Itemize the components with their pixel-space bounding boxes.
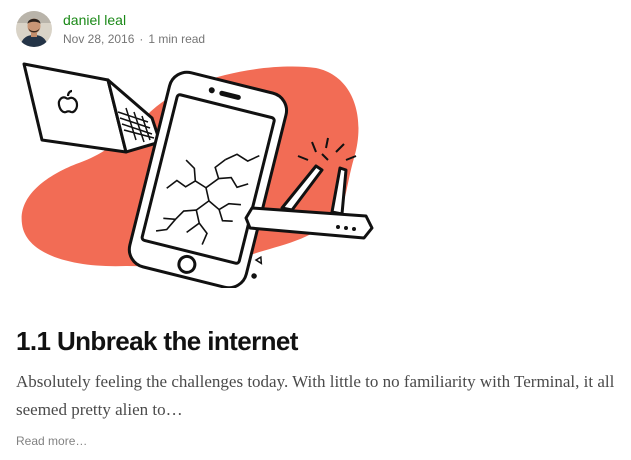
meta-separator: · [139,32,144,46]
hero-illustration[interactable] [16,56,380,296]
post-excerpt[interactable]: Absolutely feeling the challenges today.… [16,368,616,424]
laptop-cracked-phone-router-illustration-icon [21,62,374,296]
post-subline: Nov 28, 2016 · 1 min read [63,31,205,47]
read-more-link[interactable]: Read more… [16,434,87,448]
author-name-link[interactable]: daniel leal [63,11,205,29]
post-meta: daniel leal Nov 28, 2016 · 1 min read [63,11,205,47]
post-title[interactable]: 1.1 Unbreak the internet [16,324,298,358]
person-avatar-icon [16,11,52,47]
post-date: Nov 28, 2016 [63,32,135,46]
post-header: daniel leal Nov 28, 2016 · 1 min read [16,10,205,48]
read-time: 1 min read [148,32,206,46]
author-avatar[interactable] [16,11,52,47]
